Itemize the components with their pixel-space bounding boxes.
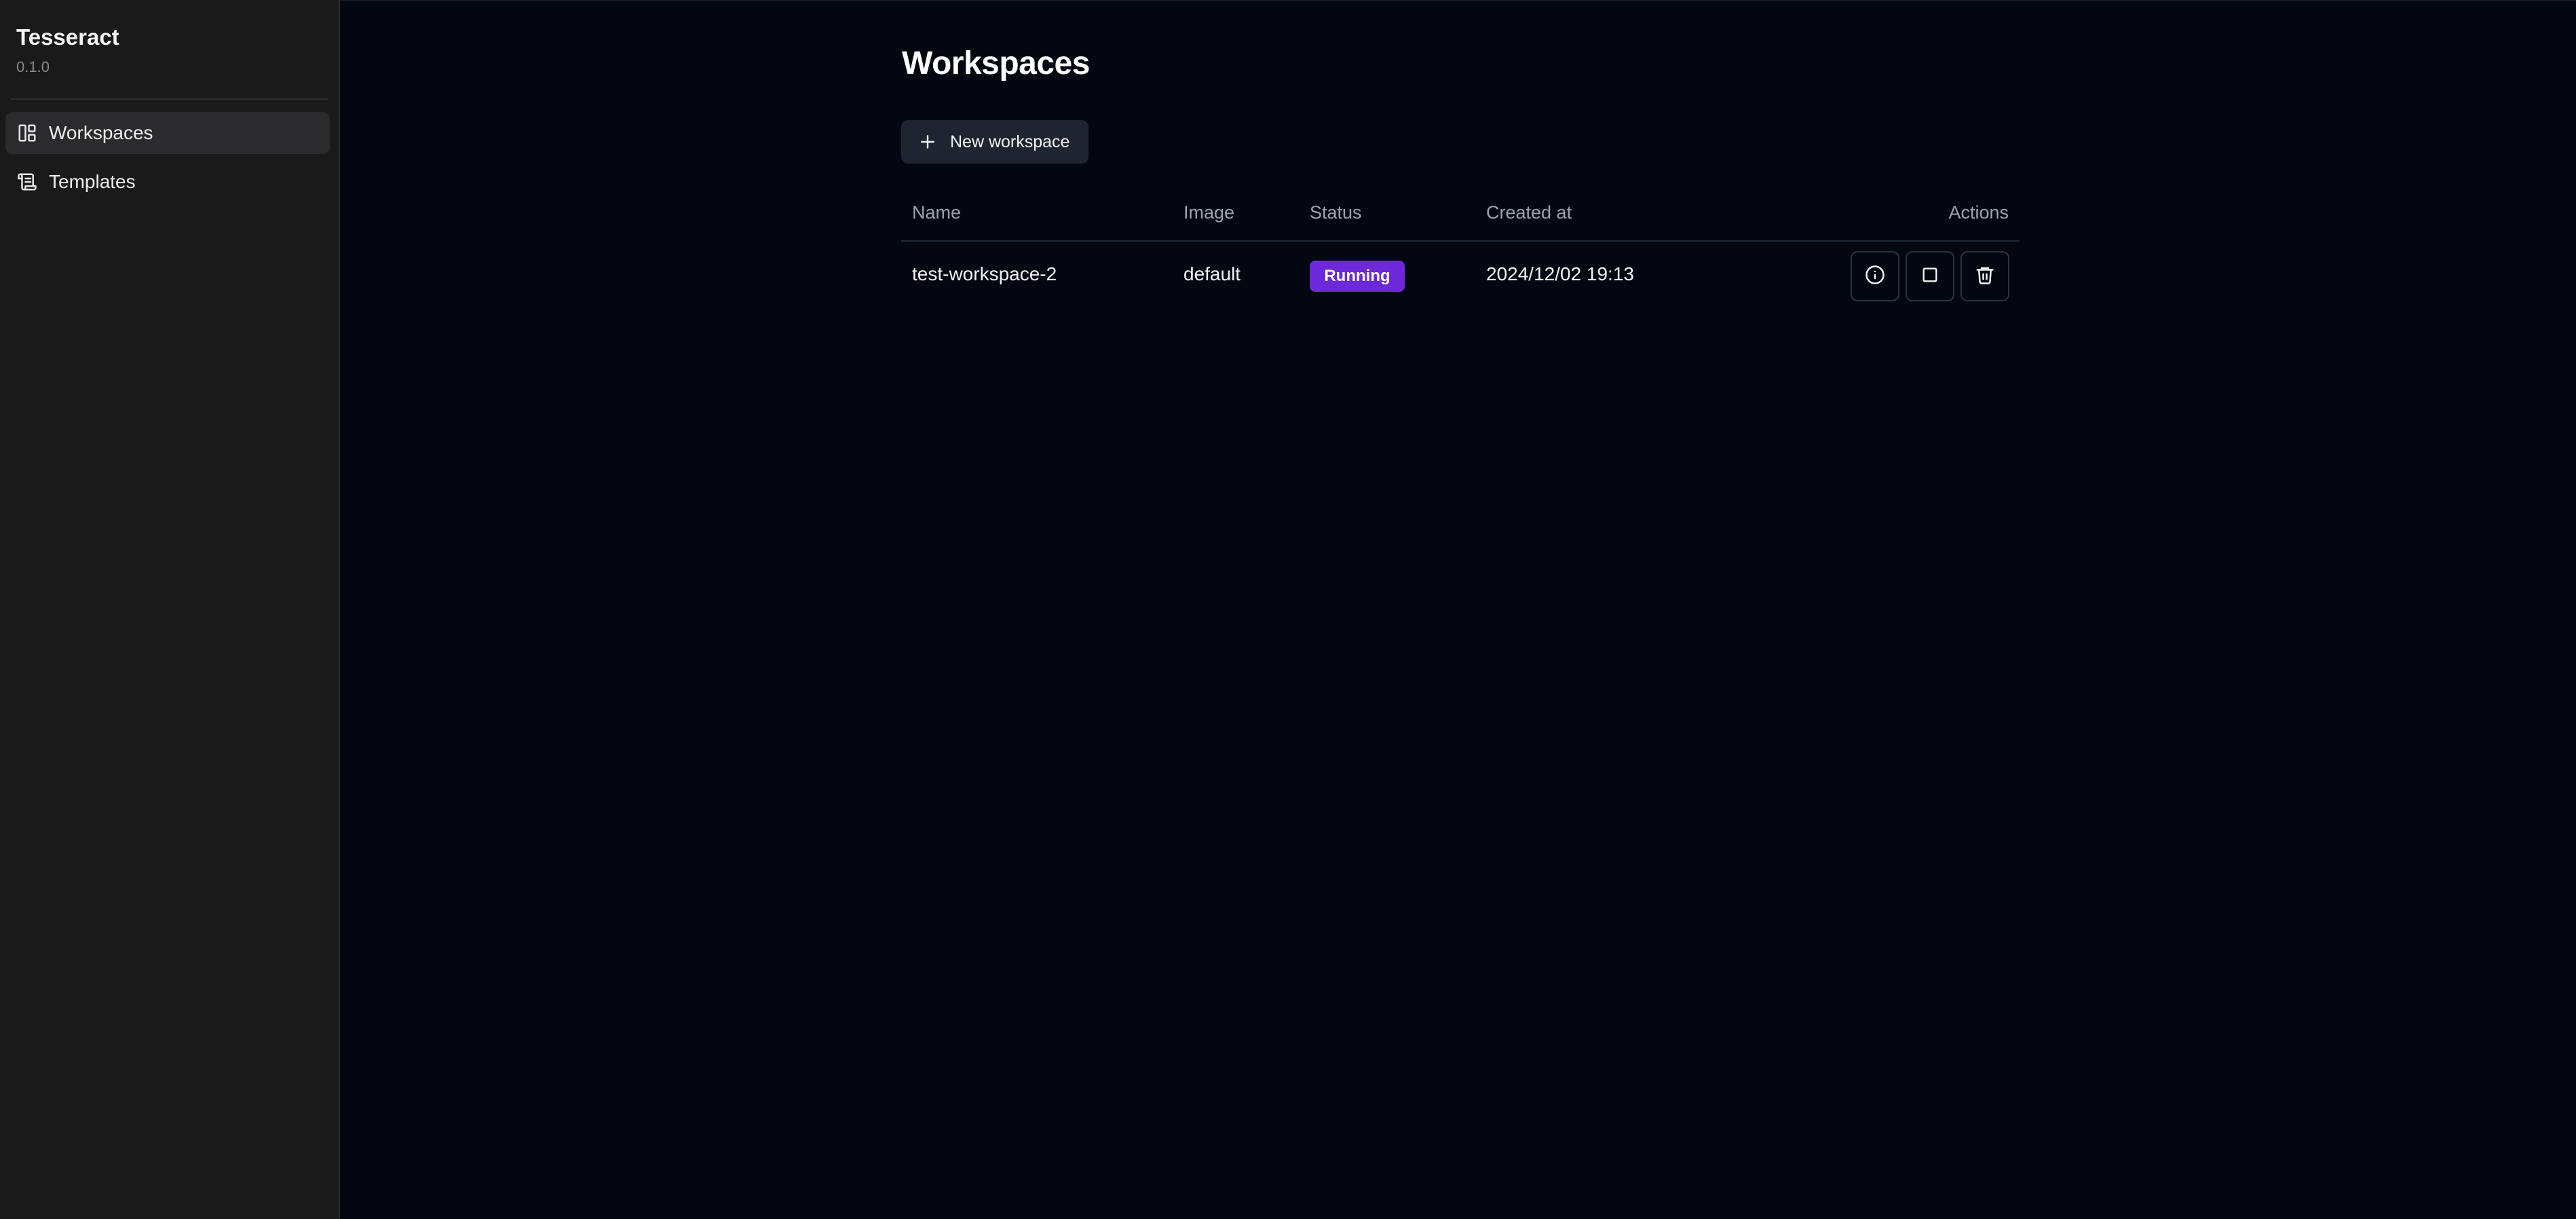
column-header-status: Status [1310, 202, 1362, 223]
column-header-actions: Actions [1948, 202, 2009, 223]
info-icon [1865, 265, 1885, 288]
app-title: Tesseract [16, 24, 119, 50]
workspace-created-at: 2024/12/02 19:13 [1486, 263, 1634, 284]
workspace-image: default [1183, 263, 1241, 284]
top-border [340, 0, 2576, 1]
column-header-created-at: Created at [1486, 202, 1572, 223]
plus-icon [919, 133, 936, 151]
app-version: 0.1.0 [16, 58, 50, 75]
sidebar-item-templates[interactable]: Templates [5, 161, 330, 203]
sidebar-item-label: Workspaces [49, 122, 153, 143]
dashboard-icon [16, 122, 38, 144]
status-badge: Running [1310, 261, 1405, 292]
sidebar: Tesseract 0.1.0 Workspaces Templates [0, 0, 340, 1219]
trash-icon [1975, 265, 1995, 288]
new-workspace-label: New workspace [950, 132, 1070, 151]
info-button[interactable] [1851, 251, 1899, 301]
column-header-name: Name [912, 202, 962, 223]
new-workspace-button[interactable]: New workspace [901, 120, 1088, 164]
table-row: test-workspace-2 default Running 2024/12… [901, 242, 2020, 312]
scroll-icon [16, 171, 38, 193]
workspace-name: test-workspace-2 [912, 263, 1057, 284]
stop-button[interactable] [1906, 251, 1954, 301]
sidebar-item-workspaces[interactable]: Workspaces [5, 112, 330, 154]
stop-icon [1920, 265, 1939, 288]
sidebar-item-label: Templates [49, 171, 136, 192]
column-header-image: Image [1183, 202, 1235, 223]
sidebar-divider [11, 98, 328, 100]
delete-button[interactable] [1961, 251, 2009, 301]
page-title: Workspaces [902, 45, 1090, 81]
